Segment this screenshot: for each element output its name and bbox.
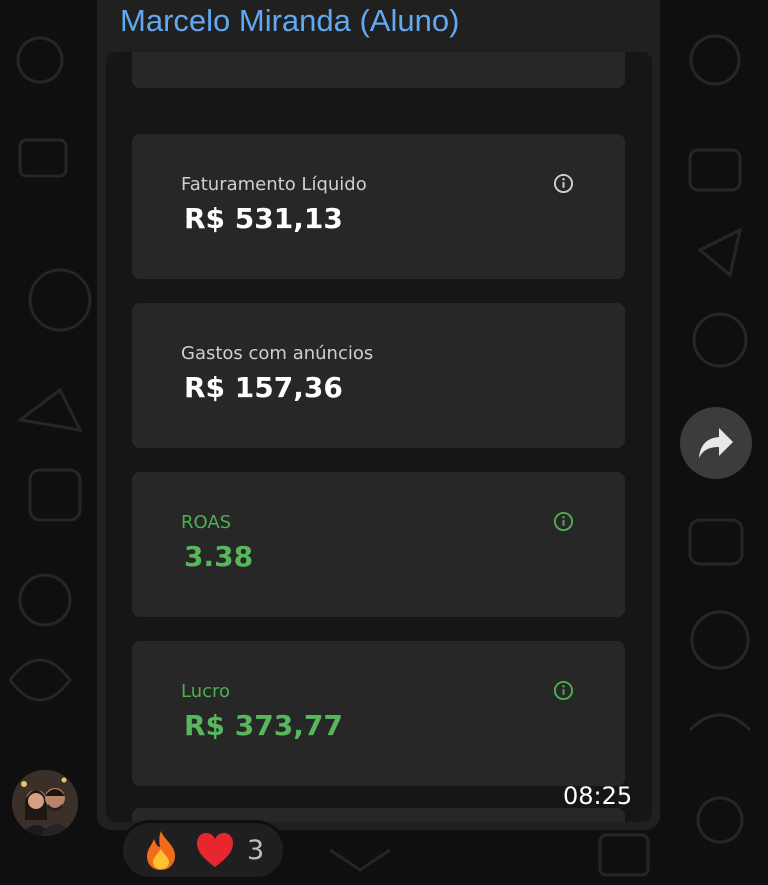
metric-card-faturamento: Faturamento Líquido R$ 531,13 (132, 134, 625, 279)
sender-avatar[interactable] (12, 770, 78, 836)
metric-card-roas: ROAS 3.38 (132, 472, 625, 617)
metric-label: Lucro (181, 681, 231, 702)
screenshot-attachment[interactable]: Faturamento Líquido R$ 531,13 Gastos com… (106, 52, 652, 822)
fire-emoji (147, 831, 175, 870)
metric-card-lucro: Lucro R$ 373,77 (132, 641, 625, 786)
partial-card (132, 52, 625, 88)
message-timestamp: 08:25 (563, 782, 633, 810)
info-icon (553, 680, 574, 701)
metric-value: 3.38 (184, 540, 254, 573)
sender-name[interactable]: Marcelo Miranda (Aluno) (120, 3, 459, 39)
forward-button[interactable] (680, 407, 752, 479)
metric-value: R$ 531,13 (184, 202, 343, 235)
metric-label: Gastos com anúncios (181, 343, 374, 364)
forward-arrow-icon (699, 428, 733, 458)
avatar-photo-icon (12, 770, 78, 836)
metric-card-gastos: Gastos com anúncios R$ 157,36 (132, 303, 625, 448)
metric-label: Faturamento Líquido (181, 174, 367, 195)
reactions-bar[interactable]: 3 (120, 820, 286, 880)
metric-value: R$ 373,77 (184, 709, 343, 742)
metric-label: ROAS (181, 512, 232, 533)
reaction-count: 3 (247, 834, 265, 866)
info-icon (553, 173, 574, 194)
metric-value: R$ 157,36 (184, 371, 343, 404)
red-heart-emoji (197, 833, 233, 867)
info-icon (553, 511, 574, 532)
